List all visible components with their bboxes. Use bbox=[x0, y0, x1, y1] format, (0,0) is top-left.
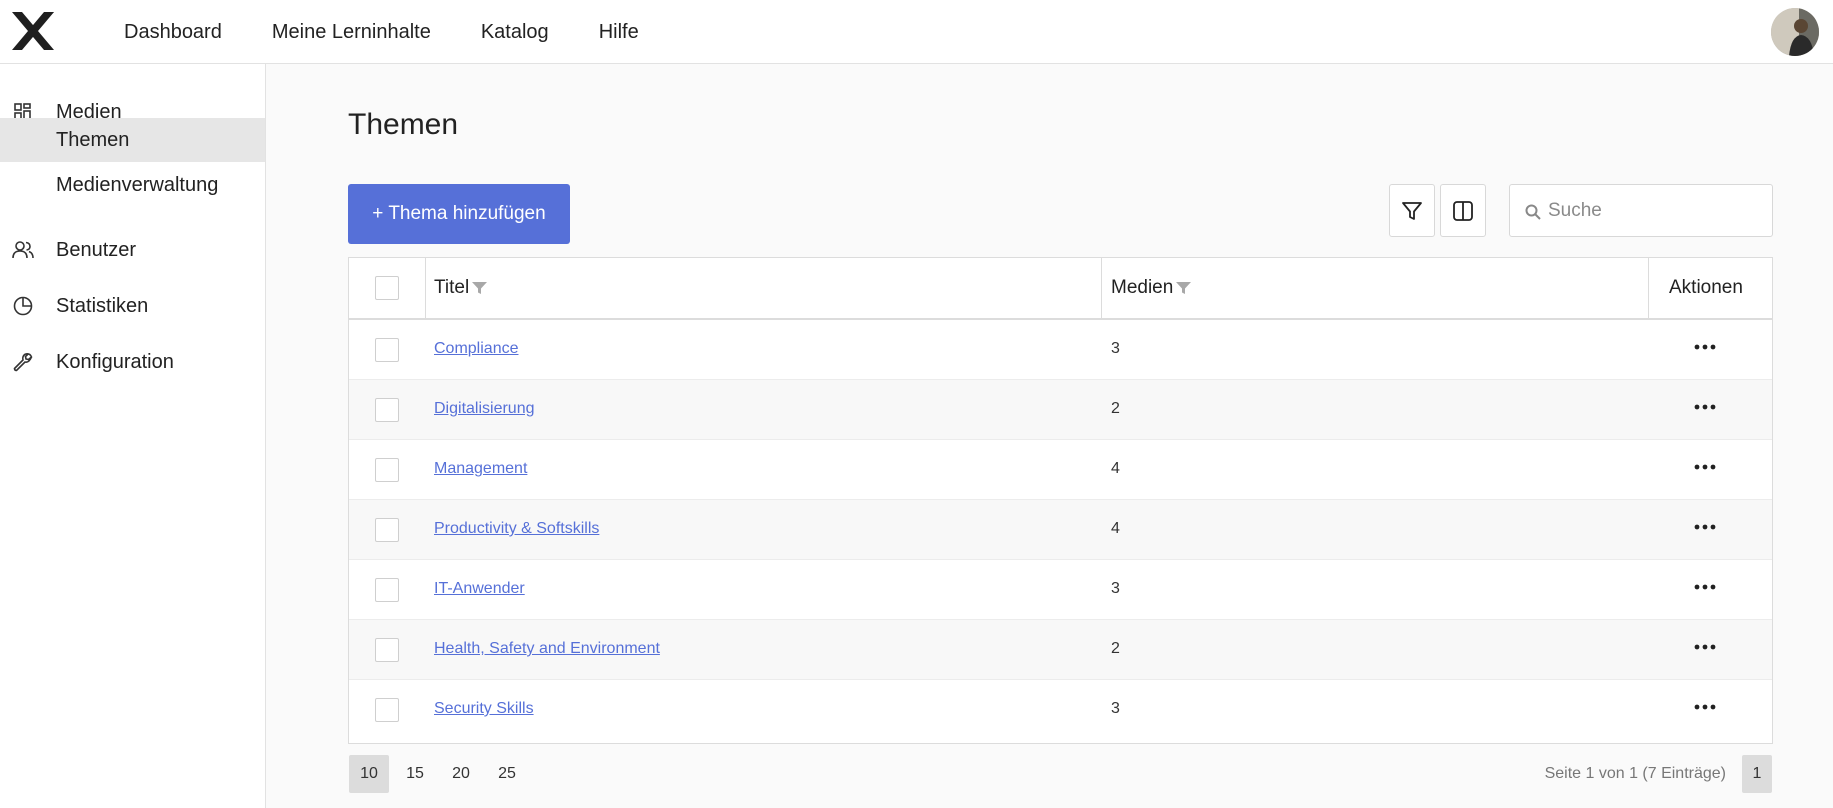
media-count: 4 bbox=[1111, 460, 1120, 477]
page-title: Themen bbox=[348, 108, 459, 141]
topic-link[interactable]: IT-Anwender bbox=[434, 580, 525, 598]
more-actions-button[interactable] bbox=[1685, 636, 1725, 658]
columns-icon bbox=[1453, 200, 1473, 221]
search-input[interactable] bbox=[1548, 185, 1768, 236]
column-title-label: Titel bbox=[434, 277, 470, 298]
more-horizontal-icon bbox=[1694, 344, 1716, 350]
more-actions-button[interactable] bbox=[1685, 696, 1725, 718]
table-header: Titel Medien Aktionen bbox=[349, 258, 1772, 320]
topic-link[interactable]: Productivity & Softskills bbox=[434, 520, 599, 538]
topic-link[interactable]: Digitalisierung bbox=[434, 400, 535, 418]
pagination-info: Seite 1 von 1 (7 Einträge) bbox=[1544, 765, 1726, 782]
table-row: Compliance 3 bbox=[349, 320, 1772, 380]
topic-link[interactable]: Management bbox=[434, 460, 527, 478]
x-logo-icon[interactable] bbox=[10, 10, 56, 52]
nav-katalog[interactable]: Katalog bbox=[481, 21, 549, 44]
sidebar-item-label: Statistiken bbox=[56, 294, 149, 317]
row-checkbox[interactable] bbox=[375, 698, 399, 722]
topic-link[interactable]: Compliance bbox=[434, 340, 518, 358]
filter-icon bbox=[1402, 201, 1422, 220]
column-divider bbox=[1648, 258, 1649, 318]
sidebar-item-themen[interactable]: Themen bbox=[0, 118, 265, 162]
row-checkbox[interactable] bbox=[375, 638, 399, 662]
more-horizontal-icon bbox=[1694, 464, 1716, 470]
row-checkbox[interactable] bbox=[375, 578, 399, 602]
page-size-15[interactable]: 15 bbox=[395, 755, 435, 793]
columns-button[interactable] bbox=[1440, 184, 1486, 237]
nav-hilfe[interactable]: Hilfe bbox=[599, 21, 639, 44]
more-horizontal-icon bbox=[1694, 644, 1716, 650]
more-horizontal-icon bbox=[1694, 704, 1716, 710]
sidebar-item-statistiken[interactable]: Statistiken bbox=[0, 284, 265, 328]
filter-button[interactable] bbox=[1389, 184, 1435, 237]
more-actions-button[interactable] bbox=[1685, 336, 1725, 358]
select-all-checkbox[interactable] bbox=[375, 276, 399, 300]
wrench-icon bbox=[13, 353, 33, 372]
table-row: Security Skills 3 bbox=[349, 680, 1772, 740]
sidebar-item-medienverwaltung[interactable]: Medienverwaltung bbox=[0, 163, 265, 207]
column-divider bbox=[1101, 258, 1102, 318]
add-topic-button[interactable]: + Thema hinzufügen bbox=[348, 184, 570, 244]
search-field[interactable] bbox=[1509, 184, 1773, 237]
media-count: 3 bbox=[1111, 580, 1120, 597]
nav-dashboard[interactable]: Dashboard bbox=[124, 21, 222, 44]
column-header-actions: Aktionen bbox=[1669, 258, 1743, 318]
more-horizontal-icon bbox=[1694, 524, 1716, 530]
more-actions-button[interactable] bbox=[1685, 576, 1725, 598]
more-actions-button[interactable] bbox=[1685, 516, 1725, 538]
row-checkbox[interactable] bbox=[375, 398, 399, 422]
more-actions-button[interactable] bbox=[1685, 396, 1725, 418]
sidebar-item-label: Konfiguration bbox=[56, 350, 174, 373]
media-count: 4 bbox=[1111, 520, 1120, 537]
topics-table: Titel Medien Aktionen Compliance 3 Digit… bbox=[348, 257, 1773, 744]
funnel-icon[interactable] bbox=[1176, 281, 1192, 295]
sidebar-item-benutzer[interactable]: Benutzer bbox=[0, 228, 265, 272]
media-count: 3 bbox=[1111, 340, 1120, 357]
row-checkbox[interactable] bbox=[375, 518, 399, 542]
more-horizontal-icon bbox=[1694, 404, 1716, 410]
column-header-media[interactable]: Medien bbox=[1111, 258, 1192, 318]
row-checkbox[interactable] bbox=[375, 458, 399, 482]
avatar[interactable] bbox=[1771, 8, 1819, 56]
main-nav: Dashboard Meine Lerninhalte Katalog Hilf… bbox=[124, 0, 689, 64]
table-row: Productivity & Softskills 4 bbox=[349, 500, 1772, 560]
topic-link[interactable]: Security Skills bbox=[434, 700, 534, 718]
column-actions-label: Aktionen bbox=[1669, 277, 1743, 298]
more-horizontal-icon bbox=[1694, 584, 1716, 590]
search-icon bbox=[1525, 204, 1541, 220]
column-media-label: Medien bbox=[1111, 277, 1174, 298]
page-number-button[interactable]: 1 bbox=[1742, 755, 1772, 793]
sidebar-item-label: Medienverwaltung bbox=[56, 173, 219, 196]
avatar-image bbox=[1771, 8, 1819, 56]
sidebar: Medien Themen Medienverwaltung Benutzer … bbox=[0, 64, 266, 808]
table-row: IT-Anwender 3 bbox=[349, 560, 1772, 620]
media-count: 3 bbox=[1111, 700, 1120, 717]
nav-meine-lerninhalte[interactable]: Meine Lerninhalte bbox=[272, 21, 431, 44]
sidebar-item-label: Themen bbox=[56, 128, 130, 151]
pie-chart-icon bbox=[13, 296, 33, 316]
media-count: 2 bbox=[1111, 400, 1120, 417]
page-size-25[interactable]: 25 bbox=[487, 755, 527, 793]
topic-link[interactable]: Health, Safety and Environment bbox=[434, 640, 660, 658]
page-size-20[interactable]: 20 bbox=[441, 755, 481, 793]
top-bar: Dashboard Meine Lerninhalte Katalog Hilf… bbox=[0, 0, 1833, 64]
funnel-icon[interactable] bbox=[472, 281, 488, 295]
column-header-title[interactable]: Titel bbox=[434, 258, 488, 318]
column-divider bbox=[425, 258, 426, 318]
media-count: 2 bbox=[1111, 640, 1120, 657]
row-checkbox[interactable] bbox=[375, 338, 399, 362]
table-row: Digitalisierung 2 bbox=[349, 380, 1772, 440]
sidebar-item-label: Benutzer bbox=[56, 238, 137, 261]
table-row: Management 4 bbox=[349, 440, 1772, 500]
more-actions-button[interactable] bbox=[1685, 456, 1725, 478]
table-row: Health, Safety and Environment 2 bbox=[349, 620, 1772, 680]
sidebar-item-konfiguration[interactable]: Konfiguration bbox=[0, 340, 265, 384]
users-icon bbox=[12, 241, 34, 259]
page-size-10[interactable]: 10 bbox=[349, 755, 389, 793]
